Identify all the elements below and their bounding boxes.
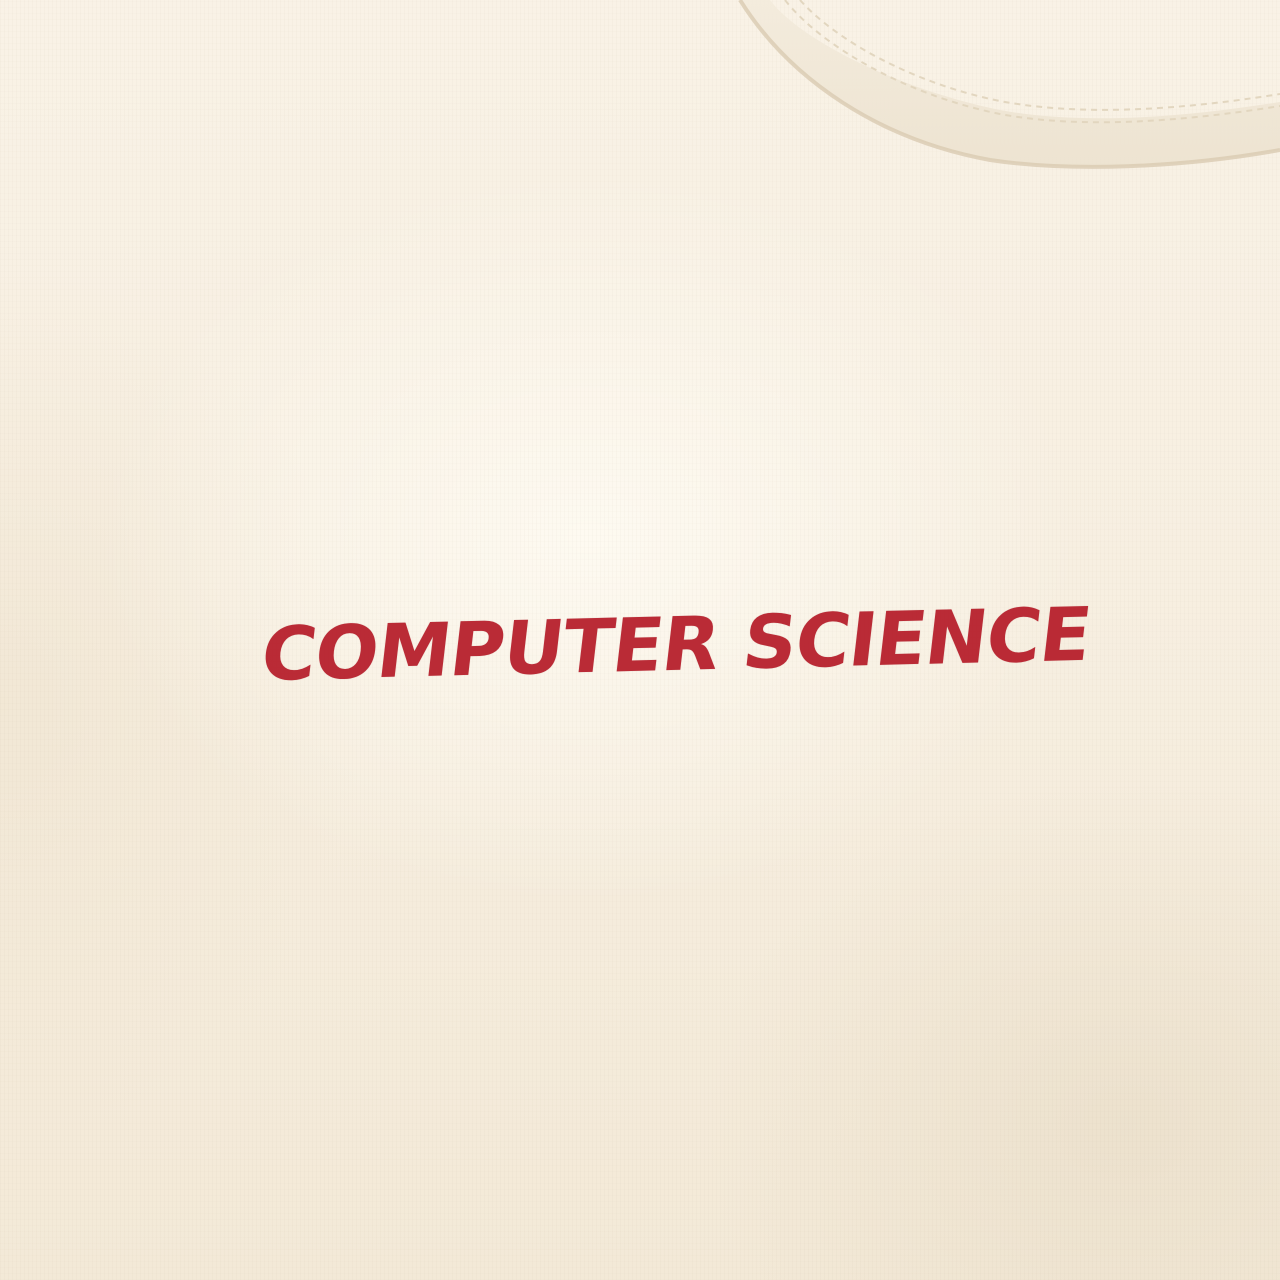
print-text: COMPUTER SCIENCE [257, 591, 1096, 698]
t-shirt-fabric: COMPUTER SCIENCE [0, 0, 1280, 1280]
shirt-collar [738, 0, 1280, 169]
